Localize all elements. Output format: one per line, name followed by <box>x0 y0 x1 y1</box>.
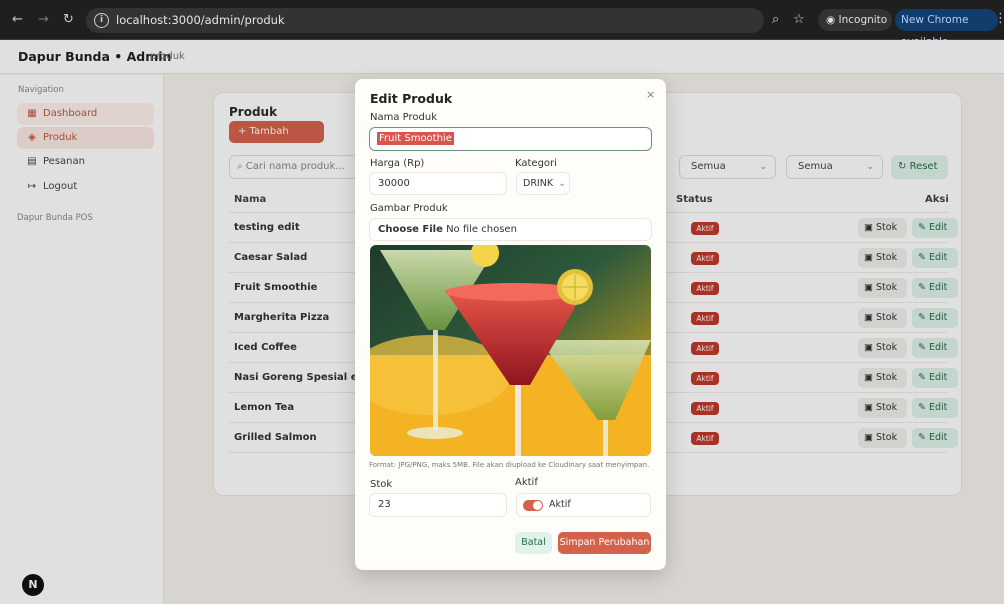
name-label: Nama Produk <box>370 112 437 123</box>
reload-icon[interactable]: ↻ <box>63 13 74 27</box>
modal-title: Edit Produk <box>370 91 453 106</box>
stock-label: Stok <box>370 479 393 490</box>
bookmark-star-icon[interactable]: ☆ <box>793 12 805 27</box>
forward-icon[interactable]: → <box>38 13 49 27</box>
product-name-value: Fruit Smoothie <box>377 132 454 145</box>
product-name-input[interactable]: Fruit Smoothie <box>369 127 652 151</box>
save-changes-button[interactable]: Simpan Perubahan <box>558 532 651 554</box>
stock-input[interactable]: 23 <box>369 493 507 517</box>
chrome-menu-icon[interactable]: ⋮ <box>994 11 1004 26</box>
choose-file-button[interactable]: Choose File <box>378 224 443 235</box>
product-image-preview <box>370 245 651 456</box>
browser-toolbar: ← → ↻ i localhost:3000/admin/produk ⌕ ☆ … <box>0 0 1004 48</box>
url-text: localhost:3000/admin/produk <box>116 13 285 27</box>
upload-hint: Format: JPG/PNG, maks 5MB. File akan diu… <box>369 461 650 469</box>
category-select[interactable]: DRINK ⌄ <box>516 172 570 195</box>
update-chrome-button[interactable]: New Chrome available <box>895 9 998 48</box>
file-input[interactable]: Choose File No file chosen <box>369 218 652 241</box>
category-label: Kategori <box>515 158 557 169</box>
price-label: Harga (Rp) <box>370 158 425 169</box>
drink-photo <box>370 245 651 456</box>
active-toggle[interactable] <box>523 500 543 511</box>
incognito-indicator[interactable]: ◉ Incognito <box>818 9 892 31</box>
active-label: Aktif <box>515 477 538 488</box>
image-label: Gambar Produk <box>370 203 448 214</box>
close-icon[interactable]: × <box>646 88 655 101</box>
address-bar[interactable]: i localhost:3000/admin/produk <box>86 8 764 33</box>
active-toggle-label: Aktif <box>549 499 571 510</box>
zoom-icon[interactable]: ⌕ <box>772 12 779 27</box>
cancel-button[interactable]: Batal <box>515 532 552 554</box>
file-status: No file chosen <box>446 224 517 235</box>
incognito-icon: ◉ <box>826 14 839 26</box>
chevron-down-icon: ⌄ <box>558 178 567 189</box>
site-info-icon[interactable]: i <box>94 13 109 28</box>
active-toggle-field: Aktif <box>516 493 651 517</box>
price-input[interactable]: 30000 <box>369 172 507 195</box>
back-icon[interactable]: ← <box>12 13 23 27</box>
toggle-knob <box>533 501 542 510</box>
edit-product-modal: Edit Produk × Nama Produk Fruit Smoothie… <box>355 79 666 570</box>
